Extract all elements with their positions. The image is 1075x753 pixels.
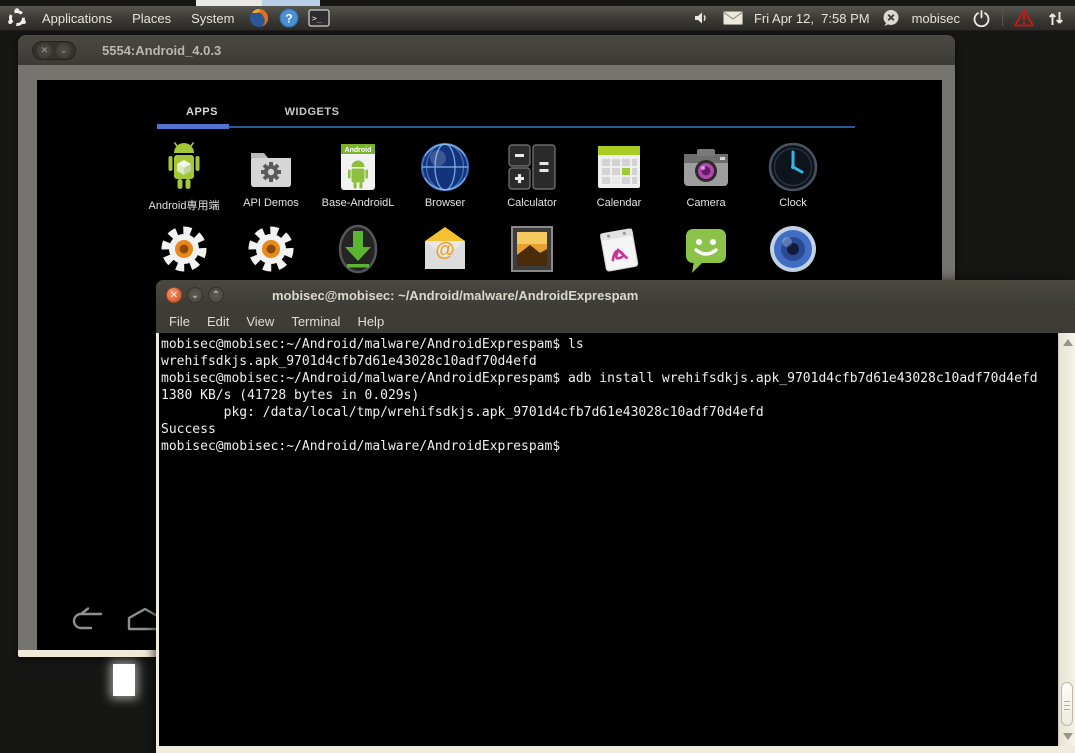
app-label: API Demos: [229, 197, 313, 209]
background-dialog-fragment: [113, 664, 135, 696]
app-calendar[interactable]: Calendar: [576, 141, 662, 209]
menu-file[interactable]: File: [169, 314, 190, 329]
app-android-senyou[interactable]: Android専用端: [141, 141, 227, 213]
clock-icon: [767, 141, 819, 193]
power-icon[interactable]: [970, 7, 992, 29]
panel-username[interactable]: mobisec: [912, 11, 960, 26]
scrollbar-thumb[interactable]: [1061, 682, 1073, 726]
panel-separator: [1002, 10, 1003, 26]
terminal-line: mobisec@mobisec:~/Android/malware/Androi…: [161, 336, 1058, 353]
base-android-card-icon: Android: [332, 141, 384, 193]
me-menu-icon[interactable]: [880, 7, 902, 29]
terminal-line: pkg: /data/local/tmp/wrehifsdkjs.apk_970…: [161, 404, 1058, 421]
app-dev-settings[interactable]: [141, 223, 227, 275]
app-label: Browser: [403, 197, 487, 209]
app-gallery[interactable]: [489, 223, 575, 275]
terminal-menubar: File Edit View Terminal Help: [156, 310, 1075, 333]
menu-help[interactable]: Help: [357, 314, 384, 329]
app-label: Camera: [664, 197, 748, 209]
notes-icon: [593, 223, 645, 275]
network-arrows-icon[interactable]: [1045, 7, 1067, 29]
app-base-android[interactable]: Android Base-AndroidL: [315, 141, 401, 209]
menu-places[interactable]: Places: [126, 9, 177, 28]
app-api-demos[interactable]: API Demos: [228, 141, 314, 209]
menu-applications[interactable]: Applications: [36, 9, 118, 28]
desktop: Applications Places System ? >_: [0, 0, 1075, 753]
download-icon: [332, 223, 384, 275]
terminal-window-buttons: ✕ ⌄ ⌃: [166, 287, 224, 303]
android-robot-icon: [158, 141, 210, 193]
app-music[interactable]: [750, 223, 836, 275]
app-email[interactable]: @: [402, 223, 488, 275]
messaging-icon: [680, 223, 732, 275]
svg-text:?: ?: [286, 12, 293, 26]
folder-gear-icon: [245, 141, 297, 193]
emulator-window-title: 5554:Android_4.0.3: [102, 43, 221, 58]
terminal-line: Success: [161, 421, 1058, 438]
emulator-window-buttons: ✕ ⌄: [32, 41, 76, 60]
terminal-output[interactable]: mobisec@mobisec:~/Android/malware/Androi…: [159, 333, 1058, 746]
menu-system[interactable]: System: [185, 9, 240, 28]
app-messaging[interactable]: [663, 223, 749, 275]
globe-icon: [419, 141, 471, 193]
email-icon: @: [419, 223, 471, 275]
gallery-icon: [506, 223, 558, 275]
camera-icon: [680, 141, 732, 193]
terminal-scrollbar[interactable]: [1058, 333, 1075, 746]
terminal-line: 1380 KB/s (41728 bytes in 0.029s): [161, 387, 1058, 404]
help-icon[interactable]: ?: [278, 7, 300, 29]
nav-back-button[interactable]: [67, 606, 111, 632]
tab-strip-line: [157, 126, 855, 128]
terminal-window: ✕ ⌄ ⌃ mobisec@mobisec: ~/Android/malware…: [156, 280, 1075, 753]
app-wallpapers[interactable]: [576, 223, 662, 275]
app-label: Android専用端: [142, 197, 226, 213]
menu-view[interactable]: View: [246, 314, 274, 329]
app-label: Calendar: [577, 197, 661, 209]
svg-text:@: @: [435, 239, 455, 261]
app-label: Base-AndroidL: [316, 197, 400, 209]
minimize-button[interactable]: ⌄: [187, 287, 203, 303]
volume-icon[interactable]: [690, 7, 712, 29]
svg-text:>_: >_: [312, 14, 322, 23]
scroll-up-arrow[interactable]: [1063, 339, 1073, 346]
emulator-titlebar[interactable]: ✕ ⌄ 5554:Android_4.0.3: [18, 35, 955, 65]
terminal-line: mobisec@mobisec:~/Android/malware/Androi…: [161, 438, 1058, 455]
tab-widgets[interactable]: WIDGETS: [269, 100, 355, 128]
mail-icon[interactable]: [722, 7, 744, 29]
app-calculator[interactable]: Calculator: [489, 141, 575, 209]
app-clock[interactable]: Clock: [750, 141, 836, 209]
panel-clock[interactable]: Fri Apr 12, 7:58 PM: [754, 11, 870, 26]
app-downloads[interactable]: [315, 223, 401, 275]
terminal-line: wrehifsdkjs.apk_9701d4cfb7d61e43028c10ad…: [161, 353, 1058, 370]
menu-edit[interactable]: Edit: [207, 314, 229, 329]
terminal-line: mobisec@mobisec:~/Android/malware/Androi…: [161, 370, 1058, 387]
warning-icon[interactable]: [1013, 7, 1035, 29]
maximize-button[interactable]: ⌃: [208, 287, 224, 303]
scroll-down-arrow[interactable]: [1063, 733, 1073, 740]
menu-terminal[interactable]: Terminal: [291, 314, 340, 329]
gear-icon: [158, 223, 210, 275]
calculator-icon: [506, 141, 558, 193]
top-panel: Applications Places System ? >_: [0, 6, 1075, 31]
tab-selected-indicator: [157, 124, 229, 129]
close-button[interactable]: ✕: [37, 43, 52, 58]
terminal-titlebar[interactable]: ✕ ⌄ ⌃ mobisec@mobisec: ~/Android/malware…: [156, 280, 1075, 310]
app-dev-tools[interactable]: [228, 223, 314, 275]
app-browser[interactable]: Browser: [402, 141, 488, 209]
app-label: Calculator: [490, 197, 574, 209]
terminal-window-title: mobisec@mobisec: ~/Android/malware/Andro…: [272, 288, 638, 303]
app-camera[interactable]: Camera: [663, 141, 749, 209]
calendar-icon: [593, 141, 645, 193]
svg-text:Android: Android: [345, 147, 372, 154]
minimize-button[interactable]: ⌄: [56, 43, 71, 58]
gear-icon: [245, 223, 297, 275]
firefox-icon[interactable]: [248, 7, 270, 29]
terminal-launcher-icon[interactable]: >_: [308, 7, 330, 29]
close-button[interactable]: ✕: [166, 287, 182, 303]
speaker-icon: [767, 223, 819, 275]
ubuntu-logo-icon[interactable]: [6, 7, 28, 29]
app-label: Clock: [751, 197, 835, 209]
